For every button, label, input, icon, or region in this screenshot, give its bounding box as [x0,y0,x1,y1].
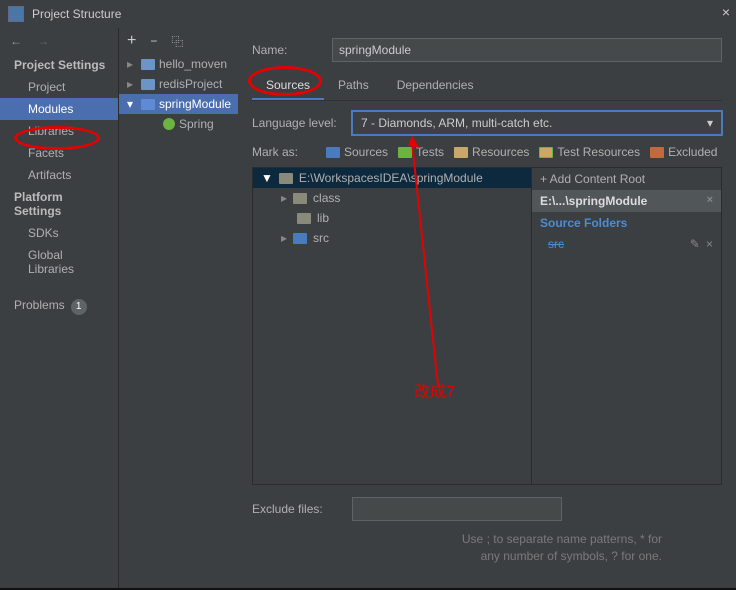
problems-badge: 1 [71,299,87,315]
back-icon[interactable]: ← [10,34,22,48]
folder-tests-icon [398,147,412,158]
mark-resources[interactable]: Resources [454,145,529,159]
tree-item-label: redisProject [159,77,222,91]
content-root-tree[interactable]: ▼ E:\WorkspacesIDEA\springModule ▸class … [252,167,532,485]
tab-paths[interactable]: Paths [324,72,383,100]
nav-global-libs[interactable]: Global Libraries [0,244,118,280]
add-icon[interactable]: + [127,32,136,50]
add-content-root[interactable]: + Add Content Root [532,168,721,190]
nav-problems[interactable]: Problems1 [0,294,118,319]
tree-item-label: Spring [179,117,214,131]
nav-project[interactable]: Project [0,76,118,98]
settings-nav: ← → Project Settings Project Modules Lib… [0,28,118,588]
remove-root-icon[interactable]: × [707,194,713,208]
name-label: Name: [252,43,332,57]
spring-icon [163,118,175,130]
forward-icon[interactable]: → [37,34,49,48]
copy-icon[interactable]: ⿻ [171,33,183,50]
tab-sources[interactable]: Sources [252,72,324,100]
exclude-files-input[interactable] [352,497,562,521]
mark-tests[interactable]: Tests [398,145,444,159]
language-level-select[interactable]: 7 - Diamonds, ARM, multi-catch etc. ▾ [352,111,722,135]
expand-icon: ▾ [127,97,137,111]
tree-item[interactable]: Spring [119,114,238,134]
source-folder-item[interactable]: src ✎ × [532,234,721,254]
folder-sources-icon [326,147,340,158]
nav-back-forward: ← → [0,34,118,54]
folder-icon [279,173,293,184]
mark-sources[interactable]: Sources [326,145,388,159]
module-icon [141,59,155,70]
module-tree: + − ⿻ ▸ hello_moven ▸ redisProject ▾ springMo… [118,28,238,588]
folder-test-resources-icon [539,147,553,158]
window-title: Project Structure [32,7,121,21]
mark-as-label: Mark as: [252,145,316,159]
module-editor: Name: Sources Paths Dependencies Languag… [238,28,736,588]
remove-icon[interactable]: × [706,237,713,251]
nav-libraries[interactable]: Libraries [0,120,118,142]
nav-heading-project: Project Settings [0,54,118,76]
expand-icon: ▸ [127,57,137,71]
chevron-down-icon: ▾ [707,116,713,130]
module-tabs: Sources Paths Dependencies [252,72,722,101]
folder-icon [297,213,311,224]
content-root-path[interactable]: E:\...\springModule × [532,190,721,212]
tree-item-label: springModule [159,97,231,111]
remove-icon[interactable]: − [150,34,157,48]
tree-toolbar: + − ⿻ [119,28,238,54]
nav-facets[interactable]: Facets [0,142,118,164]
module-icon [141,99,155,110]
tree-item[interactable]: ▾ springModule [119,94,238,114]
tree-item-label: hello_moven [159,57,227,71]
nav-heading-platform: Platform Settings [0,186,118,222]
module-name-input[interactable] [332,38,722,62]
tree-item[interactable]: ▸ redisProject [119,74,238,94]
language-level-label: Language level: [252,116,352,130]
mark-test-resources[interactable]: Test Resources [539,145,640,159]
source-folders-label: Source Folders [532,212,721,234]
edit-icon[interactable]: ✎ [690,237,700,251]
exclude-files-label: Exclude files: [252,502,352,516]
nav-modules[interactable]: Modules [0,98,118,120]
tree-item[interactable]: ▸ hello_moven [119,54,238,74]
content-root-side: + Add Content Root E:\...\springModule ×… [532,167,722,485]
folder-excluded-icon [650,147,664,158]
folder-class[interactable]: ▸class [253,188,531,208]
folder-source-icon [293,233,307,244]
folder-resources-icon [454,147,468,158]
nav-sdks[interactable]: SDKs [0,222,118,244]
exclude-hint: Use ; to separate name patterns, * for a… [252,531,722,565]
folder-lib[interactable]: lib [253,208,531,228]
titlebar: Project Structure × [0,0,736,28]
folder-icon [293,193,307,204]
dialog-body: ← → Project Settings Project Modules Lib… [0,28,736,588]
folder-src[interactable]: ▸src [253,228,531,248]
expand-icon: ▸ [127,77,137,91]
close-icon[interactable]: × [722,4,730,20]
nav-artifacts[interactable]: Artifacts [0,164,118,186]
app-icon [8,6,24,22]
mark-excluded[interactable]: Excluded [650,145,717,159]
tab-dependencies[interactable]: Dependencies [383,72,488,100]
module-icon [141,79,155,90]
root-folder-row[interactable]: ▼ E:\WorkspacesIDEA\springModule [253,168,531,188]
